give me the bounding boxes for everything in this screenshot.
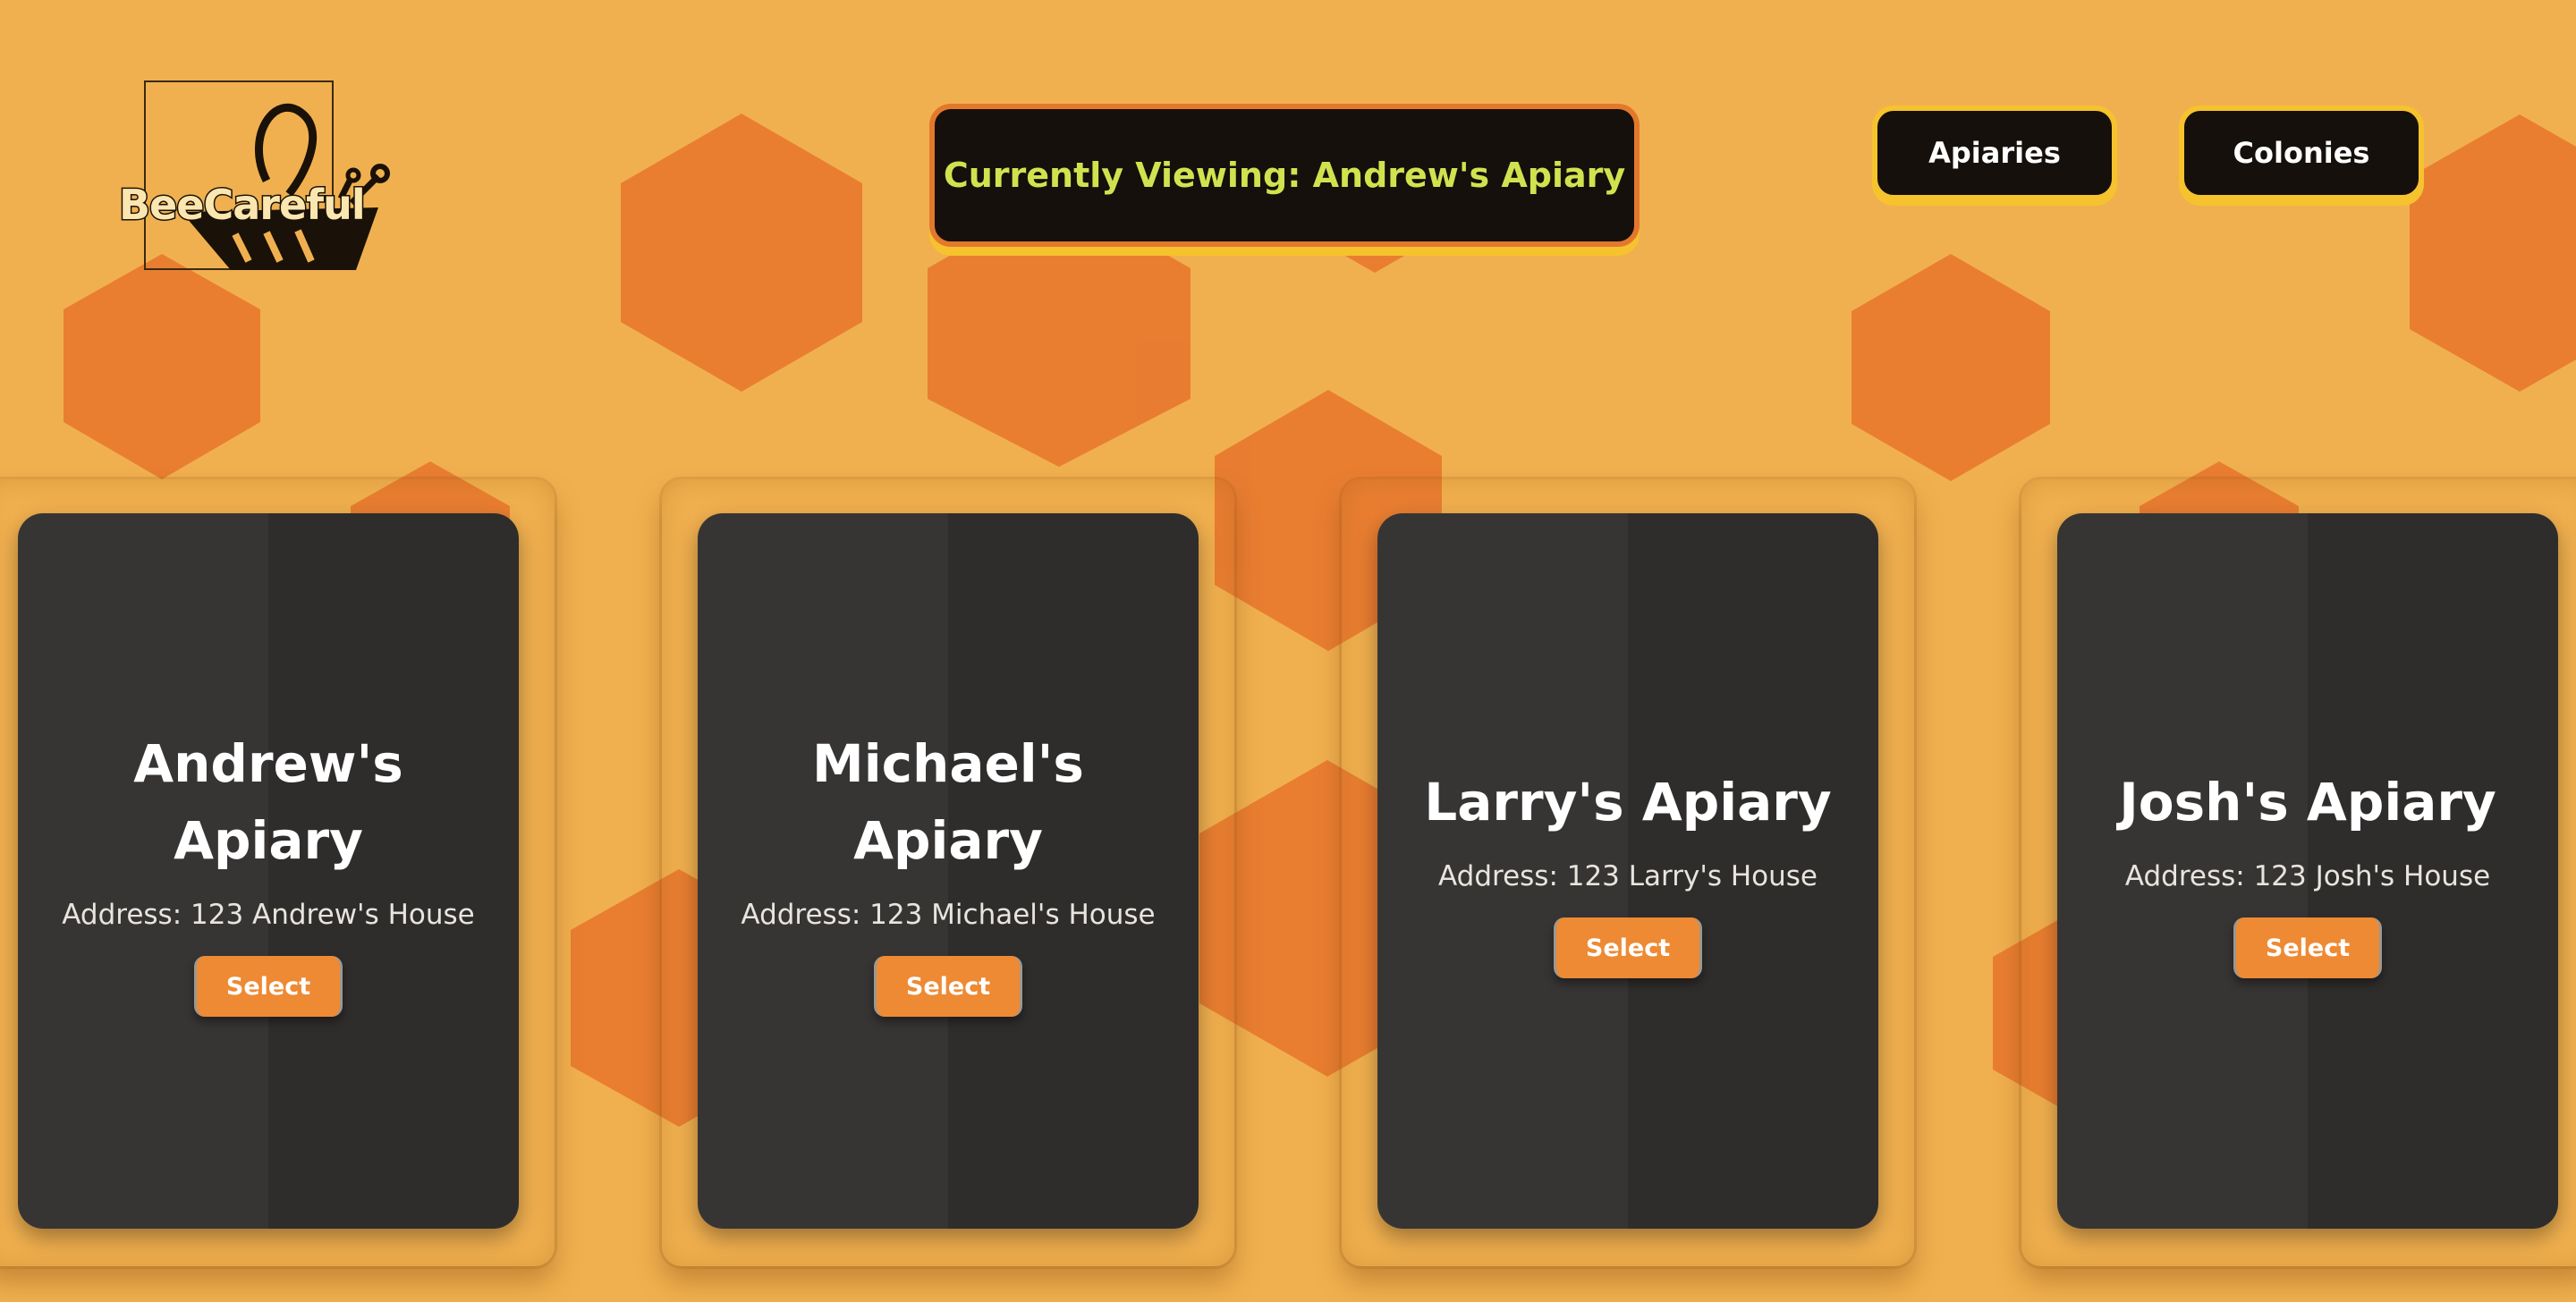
apiary-card-address: Address: 123 Michael's House — [741, 899, 1156, 931]
hexagon-shape — [1852, 254, 2050, 481]
hexagon-shape — [2410, 114, 2576, 392]
current-apiary-label: Currently Viewing: Andrew's Apiary — [943, 156, 1626, 195]
select-michael-apiary-button[interactable]: Select — [874, 956, 1022, 1017]
apiary-card-address: Address: 123 Andrew's House — [62, 899, 475, 931]
apiary-card-title: Larry's Apiary — [1424, 772, 1832, 833]
apiary-card-josh: Josh's Apiary Address: 123 Josh's House … — [2057, 513, 2558, 1229]
beecareful-logo[interactable]: BeeCareful — [118, 80, 390, 270]
apiaries-nav-button[interactable]: Apiaries — [1872, 106, 2117, 200]
hexagon-shape — [64, 254, 260, 479]
apiary-card-title: Josh's Apiary — [2119, 772, 2496, 833]
logo-text: BeeCareful — [118, 180, 368, 231]
apiary-card-title: Michael's Apiary — [812, 733, 1084, 871]
hexagon-shape — [621, 114, 862, 392]
apiary-card-address: Address: 123 Josh's House — [2124, 860, 2491, 892]
apiary-card-andrew: Andrew's Apiary Address: 123 Andrew's Ho… — [18, 513, 519, 1229]
apiary-card-address: Address: 123 Larry's House — [1437, 860, 1818, 892]
select-larry-apiary-button[interactable]: Select — [1554, 917, 1702, 978]
select-andrew-apiary-button[interactable]: Select — [194, 956, 343, 1017]
apiary-card-larry: Larry's Apiary Address: 123 Larry's Hous… — [1377, 513, 1878, 1229]
apiary-card-title: Andrew's Apiary — [133, 733, 403, 871]
select-josh-apiary-button[interactable]: Select — [2233, 917, 2382, 978]
apiary-card-michael: Michael's Apiary Address: 123 Michael's … — [698, 513, 1199, 1229]
current-apiary-banner: Currently Viewing: Andrew's Apiary — [929, 104, 1640, 247]
colonies-nav-button[interactable]: Colonies — [2179, 106, 2424, 200]
